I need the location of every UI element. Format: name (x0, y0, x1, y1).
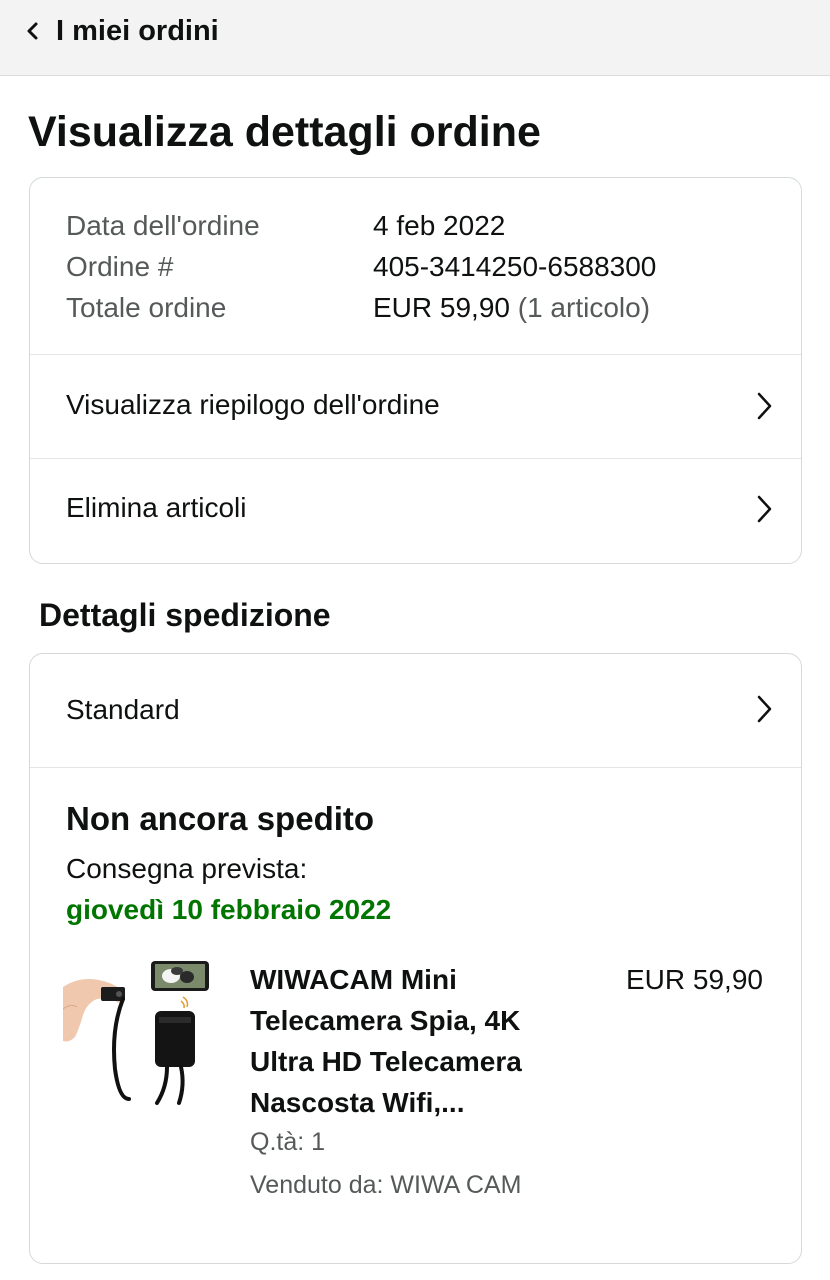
back-label: I miei ordini (56, 14, 219, 47)
order-date-value: 4 feb 2022 (373, 210, 506, 241)
order-number-label: Ordine # (66, 251, 174, 282)
page-title: Visualizza dettagli ordine (28, 108, 541, 156)
divider (30, 767, 801, 768)
order-total-value-group: EUR 59,90 (1 articolo) (373, 291, 650, 325)
order-total-items: (1 articolo) (517, 292, 651, 323)
back-link[interactable]: I miei ordini (26, 14, 219, 48)
order-total-value: EUR 59,90 (373, 292, 510, 323)
order-info-card: Data dell'ordine 4 feb 2022 Ordine # 405… (29, 177, 802, 564)
delivery-date: giovedì 10 febbraio 2022 (66, 894, 392, 925)
order-summary-label: Visualizza riepilogo dell'ordine (66, 389, 440, 420)
product-seller: Venduto da: WIWA CAM (250, 1171, 522, 1199)
delivery-label: Consegna prevista: (66, 853, 308, 884)
chevron-right-icon (757, 392, 772, 420)
chevron-right-icon (757, 695, 772, 723)
product-price: EUR 59,90 (626, 964, 763, 995)
chevron-left-icon (27, 22, 38, 40)
order-date-label: Data dell'ordine (66, 210, 260, 241)
shipping-method-label: Standard (66, 694, 180, 725)
order-total-label: Totale ordine (66, 292, 227, 323)
order-date-row: Data dell'ordine 4 feb 2022 (66, 209, 505, 243)
delete-items-link[interactable]: Elimina articoli (30, 459, 801, 563)
delete-items-label: Elimina articoli (66, 492, 247, 523)
chevron-right-icon (757, 495, 772, 523)
product-title-link[interactable]: WIWACAM Mini Telecamera Spia, 4K Ultra H… (250, 959, 570, 1123)
order-summary-link[interactable]: Visualizza riepilogo dell'ordine (30, 355, 801, 458)
order-number-value: 405-3414250-6588300 (373, 251, 657, 282)
order-number-row: Ordine # 405-3414250-6588300 (66, 250, 656, 284)
shipping-method-link[interactable]: Standard (30, 654, 801, 767)
order-total-row: Totale ordine EUR 59,90 (1 articolo) (66, 291, 650, 325)
product-image[interactable] (63, 959, 213, 1109)
shipping-section-title: Dettagli spedizione (39, 597, 331, 633)
shipping-card: Standard Non ancora spedito Consegna pre… (29, 653, 802, 1264)
product-quantity: Q.tà: 1 (250, 1128, 326, 1156)
top-bar: I miei ordini (0, 0, 830, 76)
shipment-status: Non ancora spedito (66, 800, 375, 837)
